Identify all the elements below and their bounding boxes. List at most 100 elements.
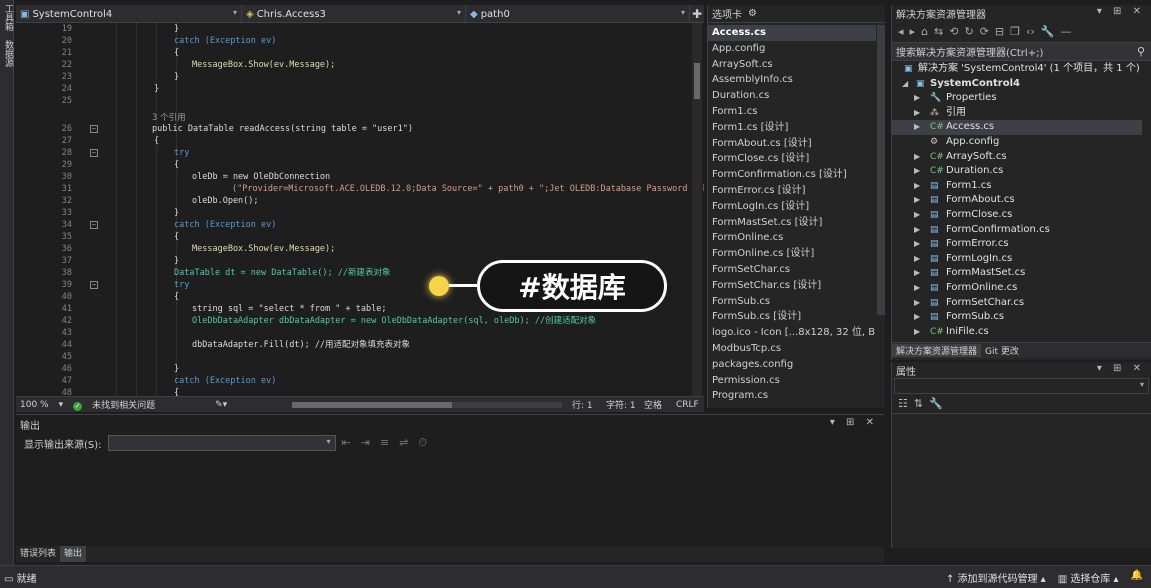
collapse-toggle[interactable]: − [90,281,98,289]
expand-arrow-icon[interactable]: ▶ [914,296,920,311]
forward-icon[interactable]: ▸ [910,25,916,38]
tree-item[interactable]: ▶ C# IniFile.cs [892,325,1142,340]
project-dropdown[interactable]: ▣ SystemControl4 ▾ [16,5,242,23]
tab-list-item[interactable]: FormClose.cs [设计] [708,151,876,167]
alphabetical-icon[interactable]: ⇅ [914,397,923,410]
search-icon[interactable]: ⚲ [1137,45,1145,58]
expand-arrow-icon[interactable]: ▶ [914,208,920,223]
tree-item[interactable]: ▶ ⁂ 引用 [892,106,1142,121]
tab-output[interactable]: 输出 [60,546,87,562]
chevron-down-icon[interactable]: ▾ [59,400,64,410]
tab-list-item[interactable]: App.config [708,41,876,57]
show-all-files-icon[interactable]: ❐ [1010,25,1020,38]
split-editor-icon[interactable]: ✚ [690,5,704,23]
scrollbar-thumb[interactable] [694,63,700,99]
tab-list-item[interactable]: FormSub.cs [设计] [708,309,876,325]
properties-object-dropdown[interactable]: ▾ [894,378,1149,394]
wrench-icon[interactable]: 🔧 [929,397,943,410]
tab-list-item[interactable]: packages.config [708,357,876,373]
scrollbar-thumb[interactable] [292,402,452,408]
issues-status[interactable]: ✓ 未找到相关问题 [73,398,165,411]
tab-list-item[interactable]: Form1.cs [设计] [708,120,876,136]
tree-item[interactable]: ▶ ▤ FormSetChar.cs [892,296,1142,311]
tree-item[interactable]: ▶ ▤ Form1.cs [892,179,1142,194]
history-icon[interactable]: ⟲ [949,25,958,38]
code-text-area[interactable]: 3 个引用 19} 20 catch (Exception ev) 21{ 22 M… [16,23,704,398]
tab-list-item[interactable]: logo.ico - Icon [...8x128, 32 位, BMP] [708,325,876,341]
tree-item[interactable]: ▶ ▤ FormOnline.cs [892,281,1142,296]
class-dropdown[interactable]: ◈ Chris.Access3 ▾ [242,5,466,23]
add-to-source-control-button[interactable]: ↑ 添加到源代码管理 ▴ [946,570,1046,585]
panel-window-controls[interactable]: ▾ ⊞ ✕ [830,417,878,428]
output-source-dropdown[interactable]: ▾ [107,435,336,451]
expand-arrow-icon[interactable]: ▶ [914,179,920,194]
tab-list-item[interactable]: FormOnline.cs [设计] [708,246,876,262]
refresh-icon[interactable]: ⟳ [980,25,989,38]
code-view-icon[interactable]: ‹› [1026,25,1035,38]
tab-git-changes[interactable]: Git 更改 [981,344,1023,357]
expand-arrow-icon[interactable]: ▶ [914,325,920,340]
back-icon[interactable]: ◂ [898,25,904,38]
notifications-icon[interactable]: 🔔 [1131,570,1143,585]
zoom-level[interactable]: 100 % [20,400,49,410]
expand-arrow-icon[interactable]: ▶ [914,237,920,252]
panel-window-controls[interactable]: ▾ ⊞ ✕ [1097,363,1145,374]
toolbox-side-tab[interactable]: 工具箱 [2,4,15,31]
tab-list-item[interactable]: ModbusTcp.cs [708,341,876,357]
tab-list-item[interactable]: FormLogIn.cs [设计] [708,199,876,215]
tab-list-item[interactable]: ArraySoft.cs [708,57,876,73]
expand-arrow-icon[interactable]: ▶ [914,310,920,325]
tab-list-scrollbar[interactable] [877,25,885,315]
tree-item[interactable]: ▶ C# Access.cs [892,120,1142,135]
tree-item[interactable]: ⚙ App.config [892,135,1142,150]
tab-list-item[interactable]: FormSub.cs [708,294,876,310]
expand-arrow-icon[interactable]: ◢ [902,77,908,92]
datasource-side-tab[interactable]: 数据源 [2,40,15,67]
expand-arrow-icon[interactable]: ▶ [914,91,920,106]
home-icon[interactable]: ⌂ [921,25,928,38]
tab-list-item[interactable]: FormConfirmation.cs [设计] [708,167,876,183]
tab-list-item[interactable]: Form1.cs [708,104,876,120]
tree-item[interactable]: ▶ ▤ FormMastSet.cs [892,266,1142,281]
expand-arrow-icon[interactable]: ▶ [914,281,920,296]
char-indicator[interactable]: 字符: 1 [606,398,636,411]
tree-item[interactable]: ▶ ▤ FormConfirmation.cs [892,223,1142,238]
tab-list-item[interactable]: FormOnline.cs [708,230,876,246]
minus-icon[interactable]: — [1061,25,1072,38]
tree-item[interactable]: ▶ C# Duration.cs [892,164,1142,179]
expand-arrow-icon[interactable]: ▶ [914,266,920,281]
tab-error-list[interactable]: 错误列表 [16,546,60,562]
gear-icon[interactable]: ⚙ [748,8,757,19]
wrench-icon[interactable]: 🔧 [1041,25,1055,38]
tab-list-item[interactable]: FormAbout.cs [设计] [708,136,876,152]
member-dropdown[interactable]: ◆ path0 ▾ [466,5,690,23]
tab-list-item[interactable]: Access.cs [708,25,876,41]
line-ending-indicator[interactable]: CRLF [676,400,699,410]
expand-arrow-icon[interactable]: ▶ [914,223,920,238]
expand-arrow-icon[interactable]: ▶ [914,150,920,165]
tree-item-project[interactable]: ◢ ▣ SystemControl4 [892,77,1142,92]
line-indicator[interactable]: 行: 1 [572,398,593,411]
expand-arrow-icon[interactable]: ▶ [914,252,920,267]
panel-window-controls[interactable]: ▾ ⊞ ✕ [1097,6,1145,17]
codelens-references[interactable]: 3 个引用 [152,111,186,123]
solution-search-input[interactable]: 搜索解决方案资源管理器(Ctrl+;) ⚲ [892,43,1151,61]
tree-item[interactable]: ▶ ▤ FormError.cs [892,237,1142,252]
tree-item[interactable]: ▶ ▤ FormAbout.cs [892,193,1142,208]
tab-list-item[interactable]: FormError.cs [设计] [708,183,876,199]
editor-horizontal-scrollbar[interactable] [292,402,562,408]
tab-solution-explorer[interactable]: 解决方案资源管理器 [892,344,982,357]
tab-list-item[interactable]: Duration.cs [708,88,876,104]
tree-item[interactable]: ▶ C# ArraySoft.cs [892,150,1142,165]
expand-arrow-icon[interactable]: ▶ [914,120,920,135]
categorized-icon[interactable]: ☷ [898,397,908,410]
output-action-icons[interactable]: ⇤⇥≡⇌⏱ [342,436,437,450]
tab-list-item[interactable]: Permission.cs [708,373,876,389]
select-repository-button[interactable]: ▥ 选择仓库 ▴ [1058,570,1119,585]
tab-list-item[interactable]: AssemblyInfo.cs [708,72,876,88]
collapse-toggle[interactable]: − [90,221,98,229]
expand-arrow-icon[interactable]: ▶ [914,193,920,208]
collapse-toggle[interactable]: − [90,125,98,133]
switch-views-icon[interactable]: ⇆ [934,25,943,38]
tree-item[interactable]: ▶ 🔧 Properties [892,91,1142,106]
